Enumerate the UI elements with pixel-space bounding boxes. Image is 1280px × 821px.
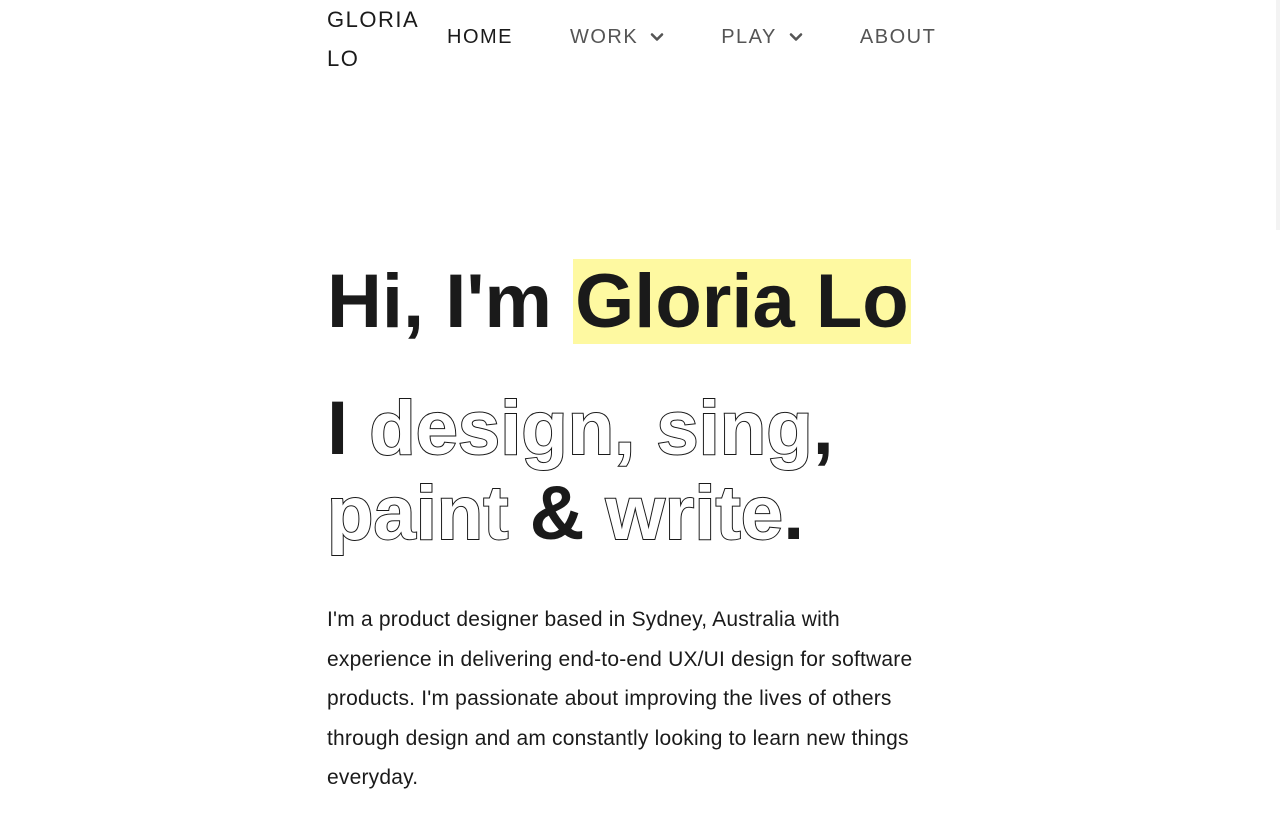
- tagline-ampersand: &: [529, 471, 585, 556]
- page: GLORIA LO HOME WORK PLAY ABOUT Hi, I'm G…: [0, 0, 1280, 821]
- tagline-prefix: I: [327, 386, 370, 471]
- tagline-paint: paint: [326, 470, 510, 557]
- logo-line-2: LO: [327, 46, 360, 71]
- site-logo[interactable]: GLORIA LO: [327, 0, 427, 78]
- nav-item-work[interactable]: WORK: [570, 22, 664, 52]
- nav-item-label: WORK: [570, 25, 639, 48]
- nav-item-home[interactable]: HOME: [447, 22, 513, 52]
- nav-item-about[interactable]: ABOUT: [860, 22, 936, 52]
- tagline-write: write: [605, 470, 784, 557]
- tagline-comma: ,: [812, 386, 834, 471]
- nav-item-label: ABOUT: [859, 25, 937, 48]
- scrollbar-track[interactable]: [1276, 0, 1280, 230]
- tagline-period: .: [783, 471, 805, 556]
- intro-paragraph: I'm a product designer based in Sydney, …: [327, 608, 913, 789]
- nav-item-label: PLAY: [721, 25, 777, 48]
- nav-item-label: HOME: [447, 25, 513, 48]
- tagline-design: design,: [368, 385, 636, 472]
- chevron-down-icon: [789, 30, 803, 44]
- chevron-down-icon: [650, 30, 664, 44]
- hero-title: Hi, I'm Gloria Lo: [327, 258, 947, 346]
- logo-line-1: GLORIA: [327, 7, 420, 32]
- site-header: GLORIA LO HOME WORK PLAY ABOUT: [327, 0, 967, 80]
- hero-name-highlight: Gloria Lo: [573, 259, 911, 344]
- tagline-sing: sing: [655, 385, 813, 472]
- hero-greeting: Hi, I'm: [327, 259, 574, 344]
- tagline: I design, sing, paint & write.: [326, 385, 947, 557]
- nav-item-play[interactable]: PLAY: [721, 22, 803, 52]
- main-nav: HOME WORK PLAY ABOUT: [447, 22, 993, 52]
- hero: Hi, I'm Gloria Lo: [327, 258, 947, 346]
